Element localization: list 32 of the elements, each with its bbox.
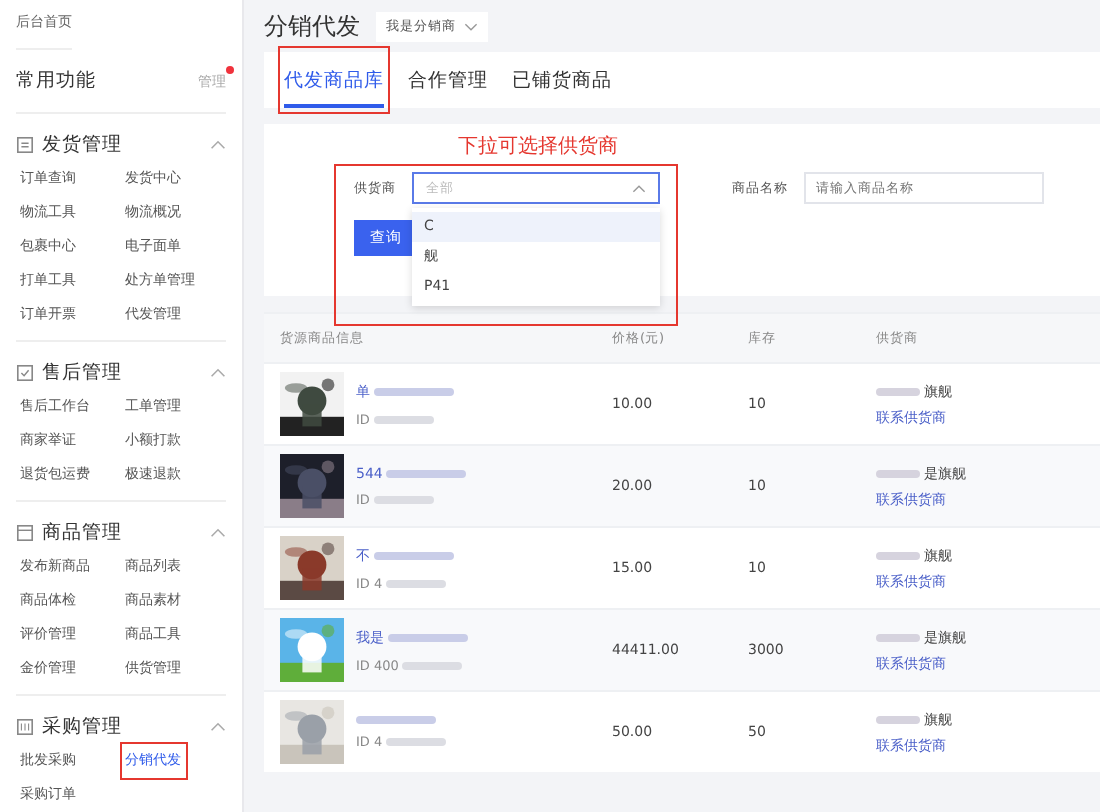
section-icon (16, 135, 34, 153)
chevron-icon[interactable] (210, 367, 226, 377)
section-title: 采购管理 (42, 713, 124, 739)
section-title: 常用功能 (16, 68, 96, 94)
redacted-bar (373, 415, 434, 423)
redacted-bar (356, 715, 436, 723)
section-title: 发货管理 (42, 131, 124, 157)
redacted-bar (386, 469, 467, 477)
section-title: 售后管理 (42, 359, 124, 385)
page-title: 分销代发 (264, 9, 360, 43)
section-icon (16, 717, 34, 735)
section-icon (16, 363, 34, 381)
annotation-text: 下拉可选择供货商 (458, 133, 618, 160)
redacted-bar (876, 633, 920, 641)
redacted-bar (374, 387, 454, 395)
section-icon (16, 523, 34, 541)
redacted-bar (876, 551, 920, 559)
tab[interactable]: 合作管理 (408, 52, 488, 108)
redacted-bar (876, 469, 920, 477)
redacted-bar (386, 579, 447, 587)
redacted-bar (386, 737, 447, 745)
redacted-bar (876, 387, 920, 395)
tab[interactable]: 代发商品库 (284, 52, 384, 108)
section-title: 商品管理 (42, 519, 124, 545)
redacted-bar (374, 551, 454, 559)
chevron-icon[interactable] (210, 721, 226, 731)
chevron-icon[interactable] (210, 527, 226, 537)
chevron-icon[interactable] (210, 139, 226, 149)
caret-icon (464, 21, 478, 31)
tab[interactable]: 已铺货商品 (512, 52, 612, 108)
redacted-bar (388, 633, 468, 641)
redacted-bar (876, 715, 920, 723)
